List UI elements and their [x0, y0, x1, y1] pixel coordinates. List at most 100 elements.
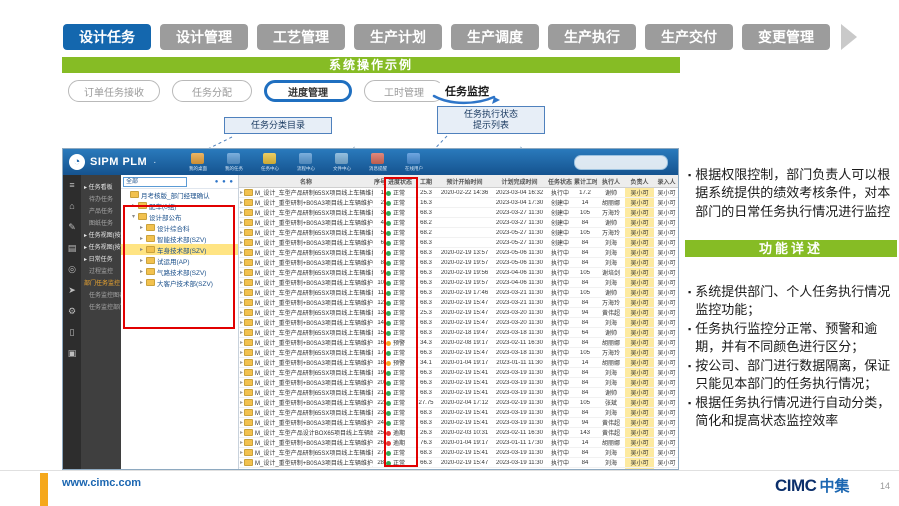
sidebar-item-9[interactable]: 部门任务监控	[81, 276, 121, 288]
tab-3[interactable]: 工艺管理	[257, 24, 345, 50]
row-expand-icon[interactable]: ▸	[240, 189, 243, 196]
table-row[interactable]: ▸ M_设计_重型研制+B0SA3项目线上车辆维护_总计 4 正常 68.2 2023-0…	[239, 218, 678, 228]
row-expand-icon[interactable]: ▸	[240, 259, 243, 266]
globe-icon[interactable]: ◎	[68, 265, 76, 274]
tab-1[interactable]: 设计任务	[63, 24, 151, 50]
send-icon[interactable]: ➤	[68, 286, 76, 295]
tree-search-input[interactable]: 全部	[123, 176, 187, 187]
row-expand-icon[interactable]: ▸	[240, 429, 243, 436]
row-expand-icon[interactable]: ▸	[240, 209, 243, 216]
row-expand-icon[interactable]: ▸	[240, 369, 243, 376]
table-row[interactable]: ▸ M_设计_重型研制+B0SA3项目线上车辆维护_总计 20 正常 66.3 2020-…	[239, 378, 678, 388]
row-expand-icon[interactable]: ▸	[240, 199, 243, 206]
row-expand-icon[interactable]: ▸	[240, 249, 243, 256]
row-expand-icon[interactable]: ▸	[240, 219, 243, 226]
row-expand-icon[interactable]: ▸	[240, 439, 243, 446]
tree-item-8[interactable]: ▸ 气路技术部(SZV)	[121, 266, 238, 277]
row-expand-icon[interactable]: ▸	[240, 309, 243, 316]
row-expand-icon[interactable]: ▸	[240, 359, 243, 366]
row-expand-icon[interactable]: ▸	[240, 449, 243, 456]
sidebar-item-4[interactable]: 图纸任务	[81, 216, 121, 228]
sidebar-item-10[interactable]: 任务监控图表	[81, 288, 121, 300]
row-expand-icon[interactable]: ▸	[240, 299, 243, 306]
row-expand-icon[interactable]: ▸	[240, 239, 243, 246]
table-row[interactable]: ▸ M_设计_车型产品研制65SX项目线上车辆维护_总计 11 正常 66.3 2020-…	[239, 288, 678, 298]
table-row[interactable]: ▸ M_设计_重型研制+B0SA3项目线上车辆维护_总计 12 正常 68.3 2020-…	[239, 298, 678, 308]
row-expand-icon[interactable]: ▸	[240, 269, 243, 276]
row-expand-icon[interactable]: ▸	[240, 319, 243, 326]
tab-8[interactable]: 变更管理	[742, 24, 830, 50]
row-expand-icon[interactable]: ▸	[240, 399, 243, 406]
briefcase-icon[interactable]: ▣	[68, 349, 77, 358]
table-row[interactable]: ▸ M_设计_车型产品研制65SX项目线上车辆维护_总计 23 正常 68.3 2020-…	[239, 408, 678, 418]
sidebar-item-1[interactable]: ▸ 任务看板	[81, 180, 121, 192]
table-row[interactable]: ▸ M_设计_车型产品研制65SX项目线上车辆维护_总计 7 正常 68.3 2020-0…	[239, 248, 678, 258]
plm-menu-dot[interactable]: ·	[153, 157, 156, 168]
row-expand-icon[interactable]: ▸	[240, 289, 243, 296]
sidebar-item-3[interactable]: 产品任务	[81, 204, 121, 216]
row-expand-icon[interactable]: ▸	[240, 229, 243, 236]
table-row[interactable]: ▸ M_设计_车型产品研制65SX项目线上车辆维护_总计 15 正常 68.3 2020-…	[239, 328, 678, 338]
process-button-5[interactable]: 任务监控	[436, 80, 498, 102]
tree-item-7[interactable]: ▸ 试运用(AP)	[121, 255, 238, 266]
table-row[interactable]: ▸ M_设计_重型研制+B0SA3项目线上车辆维护_总计 16 预警 34.3 2020-…	[239, 338, 678, 348]
column-header-1[interactable]: 名称	[239, 177, 373, 186]
column-header-8[interactable]: 累计工时	[573, 177, 597, 186]
sidebar-item-6[interactable]: ▸ 任务视图(按计划)	[81, 240, 121, 252]
table-row[interactable]: ▸ M_设计_车型产品设计BOX65项目线上车辆维护_总计 25 逾期 26.3 2020…	[239, 428, 678, 438]
table-row[interactable]: ▸ M_设计_车型产品研制65SX项目线上车辆维护_总计 13 正常 25.3 2020-…	[239, 308, 678, 318]
home-icon[interactable]: ⌂	[69, 202, 74, 211]
table-row[interactable]: ▸ M_设计_重型研制+B0SA3项目线上车辆维护_总计 6 正常 68.3 2023-0…	[239, 238, 678, 248]
table-row[interactable]: ▸ M_设计_车型产品研制65SX项目线上车辆维护_总计 3 正常 68.3 2023-0…	[239, 208, 678, 218]
table-row[interactable]: ▸ M_设计_重型研制+B0SA3项目线上车辆维护_总计 10 正常 66.3 2020-…	[239, 278, 678, 288]
table-row[interactable]: ▸ M_设计_重型研制+B0SA3项目线上车辆维护_总计 26 逾期 76.3 2020-…	[239, 438, 678, 448]
tree-item-1[interactable]: 月考核版_部门经理确认	[121, 189, 238, 200]
tab-6[interactable]: 生产执行	[548, 24, 636, 50]
row-expand-icon[interactable]: ▸	[240, 349, 243, 356]
sidebar-item-11[interactable]: 任务监控部门	[81, 300, 121, 312]
table-row[interactable]: ▸ M_设计_重型研制+B0SA3项目线上车辆维护_总计 22 正常 27.75 2020…	[239, 398, 678, 408]
column-header-10[interactable]: 负责人	[625, 177, 654, 186]
row-expand-icon[interactable]: ▸	[240, 379, 243, 386]
row-expand-icon[interactable]: ▸	[240, 419, 243, 426]
process-button-3[interactable]: 进度管理	[264, 80, 352, 102]
process-button-4[interactable]: 工时管理	[364, 80, 444, 102]
row-expand-icon[interactable]: ▸	[240, 279, 243, 286]
taskcenter-icon[interactable]: 任务中心	[257, 152, 283, 172]
column-header-2[interactable]: 序号	[373, 177, 385, 186]
plm-search-input[interactable]	[574, 155, 668, 170]
table-row[interactable]: ▸ M_设计_车型产品研制65SX项目线上车辆维护_总计 1 正常 25.3 2020-0…	[239, 188, 678, 198]
filecenter-icon[interactable]: 文件中心	[329, 152, 355, 172]
mytasks-icon[interactable]: 我的任务	[221, 152, 247, 172]
column-header-3[interactable]: 进度状态	[385, 177, 415, 186]
tab-4[interactable]: 生产计划	[354, 24, 442, 50]
row-expand-icon[interactable]: ▸	[240, 339, 243, 346]
row-expand-icon[interactable]: ▸	[240, 459, 243, 466]
table-row[interactable]: ▸ M_设计_车型产品研制65SX项目线上车辆维护_总计 27 正常 68.3 2020-…	[239, 448, 678, 458]
column-header-4[interactable]: 工期	[415, 177, 437, 186]
column-header-11[interactable]: 录入人	[654, 177, 678, 186]
column-header-9[interactable]: 执行人	[597, 177, 625, 186]
process-button-1[interactable]: 订单任务接收	[68, 80, 160, 102]
tree-item-2[interactable]: ▸ 配车(0组)	[121, 200, 238, 211]
table-row[interactable]: ▸M_设计_车型产品研制65SX项目线上车辆维护_总计29正常66.32020-…	[239, 468, 678, 469]
settings-icon[interactable]: ⚙	[68, 307, 76, 316]
tab-7[interactable]: 生产交付	[645, 24, 733, 50]
table-row[interactable]: ▸ M_设计_车型产品研制65SX项目线上车辆维护_总计 5 正常 68.2 2023-0…	[239, 228, 678, 238]
row-expand-icon[interactable]: ▸	[240, 389, 243, 396]
sidebar-item-8[interactable]: 过程监控	[81, 264, 121, 276]
sidebar-item-7[interactable]: ▸ 日常任务	[81, 252, 121, 264]
table-row[interactable]: ▸ M_设计_重型研制+B0SA3项目线上车辆维护_总计 28 正常 66.3 2020-…	[239, 458, 678, 468]
tree-item-9[interactable]: ▸ 大客户技术部(SZV)	[121, 277, 238, 288]
row-expand-icon[interactable]: ▸	[240, 409, 243, 416]
table-row[interactable]: ▸ M_设计_重型研制+B0SA3项目线上车辆维护_总计 2 正常 16.3 2023-0…	[239, 198, 678, 208]
sidebar-item-2[interactable]: 待办任务	[81, 192, 121, 204]
tree-item-3[interactable]: ▾ 设计部公布	[121, 211, 238, 222]
process-button-2[interactable]: 任务分配	[172, 80, 252, 102]
book-icon[interactable]: ▯	[70, 328, 75, 337]
table-row[interactable]: ▸ M_设计_重型研制+B0SA3项目线上车辆维护_总计 24 正常 68.3 2020-…	[239, 418, 678, 428]
table-row[interactable]: ▸ M_设计_车型产品研制65SX项目线上车辆维护_总计 21 正常 68.3 2020-…	[239, 388, 678, 398]
table-row[interactable]: ▸ M_设计_车型产品研制65SX项目线上车辆维护_总计 9 正常 66.3 2020-0…	[239, 268, 678, 278]
desktop-icon[interactable]: 我的桌面	[185, 152, 211, 172]
column-header-6[interactable]: 计划完成时间	[492, 177, 547, 186]
